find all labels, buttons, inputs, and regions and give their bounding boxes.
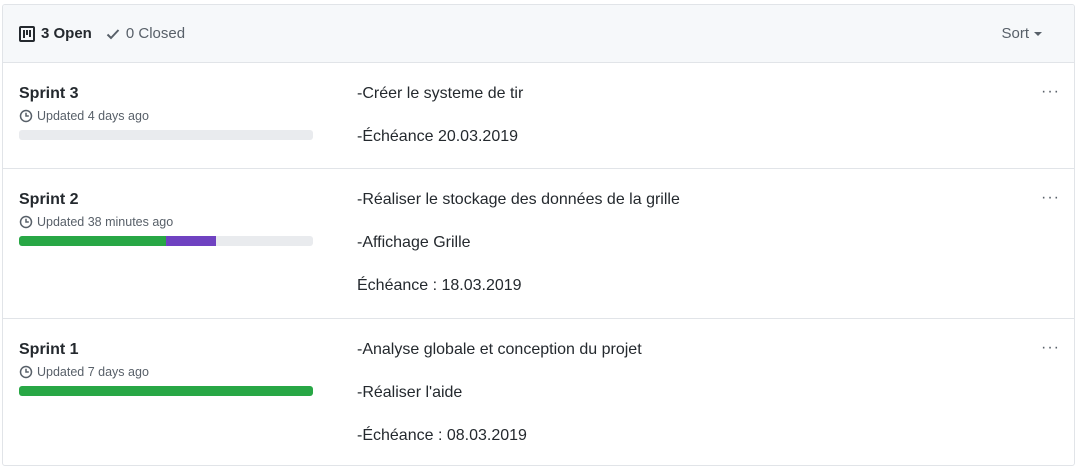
description-line: Échéance : 18.03.2019: [357, 277, 522, 294]
description-line: -Échéance 20.03.2019: [357, 128, 519, 145]
project-row: Sprint 1 Updated 7 days ago -Analyse glo…: [3, 319, 1074, 465]
state-filter: 3 Open 0 Closed: [19, 25, 185, 42]
check-icon: [106, 28, 120, 39]
description-line: -Créer le systeme de tir: [357, 85, 524, 102]
projects-list: 3 Open 0 Closed Sort Sprint 3 Updated 4 …: [2, 4, 1075, 466]
kebab-icon[interactable]: ···: [1041, 189, 1060, 207]
updated-label: Updated 38 minutes ago: [37, 215, 174, 229]
progress-done: [19, 386, 313, 396]
progress-bar: [19, 386, 313, 396]
progress-done: [19, 236, 166, 246]
sort-label: Sort: [1001, 25, 1029, 42]
clock-icon: [19, 109, 33, 123]
closed-count-label: 0 Closed: [125, 25, 186, 42]
description-line: -Réaliser l'aide: [357, 384, 463, 401]
project-updated: Updated 38 minutes ago: [19, 215, 313, 229]
project-description: -Analyse globale et conception du projet…: [357, 339, 642, 465]
description-line: -Réaliser le stockage des données de la …: [357, 191, 680, 208]
project-title[interactable]: Sprint 1: [19, 341, 313, 359]
project-title[interactable]: Sprint 2: [19, 191, 313, 209]
project-icon: [19, 25, 35, 42]
project-updated: Updated 7 days ago: [19, 365, 313, 379]
project-description: -Créer le systeme de tir -Échéance 20.03…: [357, 83, 523, 169]
kebab-icon[interactable]: ···: [1041, 83, 1060, 101]
kebab-icon[interactable]: ···: [1041, 339, 1060, 357]
updated-label: Updated 7 days ago: [37, 365, 149, 379]
open-count-label: 3 Open: [41, 25, 92, 42]
updated-label: Updated 4 days ago: [37, 109, 149, 123]
project-title[interactable]: Sprint 3: [19, 85, 313, 103]
caret-down-icon: [1034, 31, 1042, 36]
clock-icon: [19, 215, 33, 229]
description-line: -Échéance : 08.03.2019: [357, 427, 527, 444]
project-row: Sprint 2 Updated 38 minutes ago -Réalise…: [3, 169, 1074, 319]
open-filter-button[interactable]: 3 Open: [19, 25, 92, 42]
description-line: -Affichage Grille: [357, 234, 471, 251]
progress-in-progress: [166, 236, 216, 246]
closed-filter-button[interactable]: 0 Closed: [106, 25, 185, 42]
progress-bar: [19, 130, 313, 140]
progress-bar: [19, 236, 313, 246]
clock-icon: [19, 365, 33, 379]
projects-header: 3 Open 0 Closed Sort: [3, 5, 1074, 63]
description-line: -Analyse globale et conception du projet: [357, 341, 642, 358]
project-description: -Réaliser le stockage des données de la …: [357, 189, 680, 318]
project-updated: Updated 4 days ago: [19, 109, 313, 123]
project-row: Sprint 3 Updated 4 days ago -Créer le sy…: [3, 63, 1074, 169]
sort-dropdown[interactable]: Sort: [1001, 25, 1042, 42]
